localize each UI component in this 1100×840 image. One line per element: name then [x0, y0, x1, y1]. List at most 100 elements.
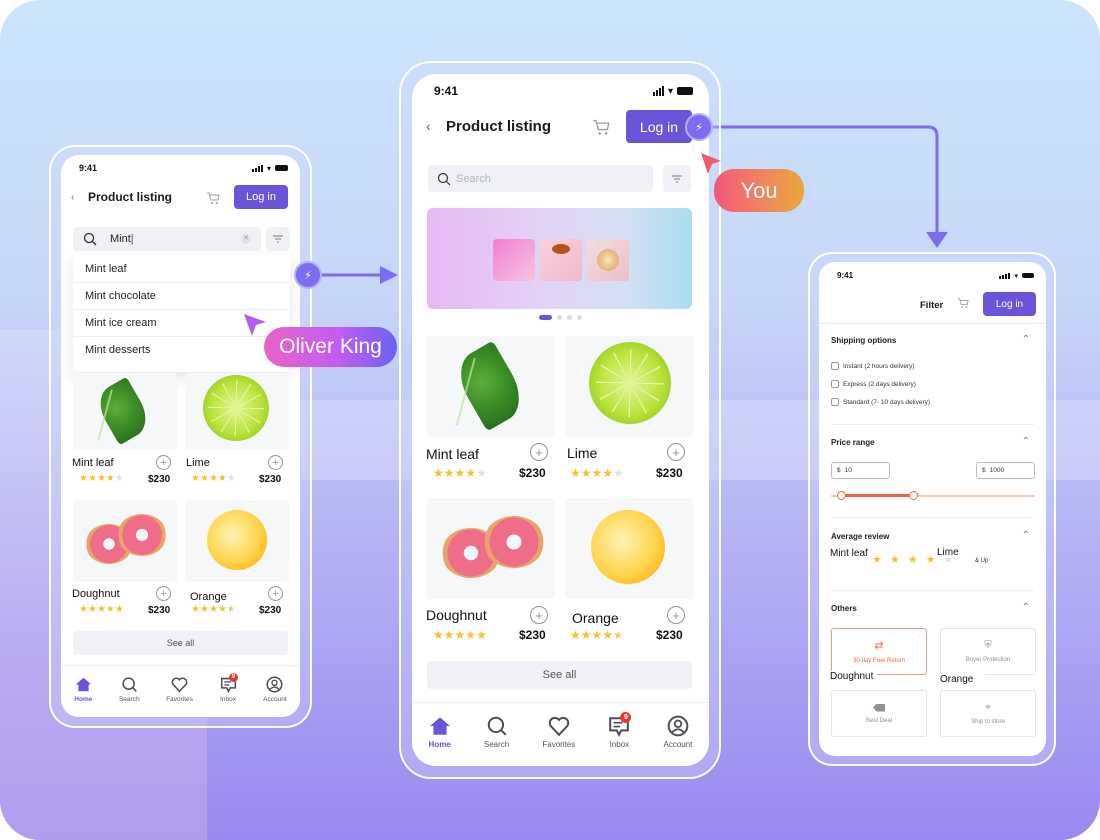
- add-to-cart-icon[interactable]: +: [667, 606, 685, 624]
- tab-label: Account: [263, 696, 287, 703]
- shipping-option-checkbox[interactable]: Standard (7- 10 days delivery): [831, 393, 1034, 411]
- star-icon: ★: [465, 628, 477, 642]
- section-title: Others: [831, 604, 857, 613]
- chevron-up-icon[interactable]: ⌃: [1022, 602, 1030, 613]
- section-divider: [831, 424, 1034, 425]
- arrowhead-right-icon: [380, 266, 398, 284]
- shipping-option-checkbox[interactable]: Express (2 days delivery): [831, 375, 1034, 393]
- chevron-up-icon[interactable]: ⌃: [1022, 436, 1030, 447]
- bottom-tab-bar: Home Search Favorites Inbox 9 Account: [61, 665, 300, 717]
- product-name: Orange: [572, 610, 619, 626]
- cursor-you-icon: [701, 153, 721, 174]
- search-input[interactable]: Search: [428, 165, 653, 192]
- product-image-doughnut[interactable]: [73, 500, 177, 582]
- wifi-icon: ▾: [1014, 272, 1018, 280]
- product-image-mint-leaf[interactable]: [427, 336, 555, 437]
- tab-search[interactable]: Search: [119, 676, 140, 703]
- product-image-doughnut[interactable]: [427, 498, 555, 599]
- product-image-lime[interactable]: [565, 336, 693, 437]
- filter-button[interactable]: [266, 227, 290, 251]
- product-image-orange[interactable]: [565, 498, 693, 599]
- price-max-input[interactable]: $1000: [976, 462, 1035, 479]
- product-image-orange[interactable]: [185, 500, 289, 582]
- carousel-dot[interactable]: [557, 315, 562, 320]
- chevron-up-icon[interactable]: ⌃: [1022, 334, 1030, 345]
- slider-handle-min[interactable]: [837, 491, 847, 500]
- add-to-cart-icon[interactable]: +: [667, 443, 685, 461]
- login-button[interactable]: Log in: [234, 185, 288, 209]
- login-button[interactable]: Log in: [626, 110, 692, 143]
- rating-stars: ★ ★ ★ ★ ★: [79, 474, 124, 484]
- tab-favorites[interactable]: Favorites: [166, 676, 193, 703]
- star-icon: ★: [591, 628, 603, 642]
- collaborator-label-oliver: Oliver King: [264, 327, 397, 367]
- tab-label: Search: [118, 696, 140, 703]
- promo-banner[interactable]: [427, 208, 692, 309]
- carousel-dot[interactable]: [577, 315, 582, 320]
- add-to-cart-icon[interactable]: +: [156, 455, 171, 470]
- review-suffix: & Up: [975, 558, 989, 564]
- tab-label: Favorites: [542, 740, 576, 749]
- page-title: Product listing: [88, 190, 172, 204]
- tab-label: Inbox: [609, 740, 630, 749]
- chevron-up-icon[interactable]: ⌃: [1022, 530, 1030, 541]
- login-button[interactable]: Log in: [983, 292, 1036, 316]
- add-to-cart-icon[interactable]: +: [530, 606, 548, 624]
- option-buyer-protection[interactable]: ⛨ Buyer Protection: [940, 628, 1036, 675]
- see-all-button[interactable]: See all: [73, 631, 288, 655]
- canvas-background: 9:41 ▾ ‹ Product listing Log in Mint | ✕ …: [0, 0, 1100, 840]
- carousel-pagination[interactable]: [539, 315, 582, 320]
- checkbox[interactable]: [831, 380, 839, 388]
- checkbox[interactable]: [831, 398, 839, 406]
- carousel-dot[interactable]: [567, 315, 572, 320]
- cart-icon[interactable]: [957, 297, 969, 309]
- tab-inbox[interactable]: Inbox 9: [220, 673, 238, 703]
- option-free-return[interactable]: ⇄ 30-day Free Return: [831, 628, 927, 675]
- tab-search[interactable]: Search: [484, 715, 509, 749]
- shipping-option-checkbox[interactable]: Instant (2 hours delivery): [831, 357, 1034, 375]
- star-icon: ★: [443, 628, 455, 642]
- search-input[interactable]: Mint | ✕: [73, 227, 261, 251]
- add-to-cart-icon[interactable]: +: [530, 443, 548, 461]
- tab-account[interactable]: Account: [263, 676, 287, 703]
- tab-account[interactable]: Account: [663, 715, 692, 749]
- shield-icon: ⛨: [984, 640, 992, 651]
- cart-icon[interactable]: [206, 191, 220, 205]
- average-review-section: Average review ⌃: [831, 530, 1034, 541]
- product-image-lime[interactable]: [185, 373, 289, 449]
- product-image-mint-leaf[interactable]: [73, 373, 177, 449]
- tab-label: Home: [74, 696, 93, 703]
- tab-favorites[interactable]: Favorites: [542, 715, 575, 749]
- add-to-cart-icon[interactable]: +: [156, 586, 171, 601]
- price-min-input[interactable]: $10: [831, 462, 890, 479]
- suggestion-item[interactable]: Mint chocolate: [73, 283, 290, 310]
- header-divider: [819, 323, 1046, 324]
- price-range-slider[interactable]: [831, 491, 1035, 501]
- cart-icon[interactable]: [592, 118, 610, 136]
- suggestion-item[interactable]: Mint leaf: [73, 256, 290, 283]
- slider-handle-max[interactable]: [908, 491, 918, 500]
- tab-home[interactable]: Home: [429, 715, 451, 749]
- checkbox[interactable]: [831, 362, 839, 370]
- banner-cube-image: [540, 239, 582, 281]
- back-chevron-icon[interactable]: ‹: [71, 192, 74, 203]
- carousel-dot[interactable]: [539, 315, 552, 320]
- option-best-deal[interactable]: Best Deal: [831, 690, 927, 737]
- add-to-cart-icon[interactable]: +: [268, 455, 283, 470]
- add-to-cart-icon[interactable]: +: [268, 586, 283, 601]
- filter-button[interactable]: [663, 165, 691, 192]
- star-icon: ★: [454, 466, 466, 480]
- rating-stars: ★ ★ ★ ★ ★: [570, 629, 624, 641]
- tab-inbox[interactable]: Inbox 9: [608, 712, 632, 749]
- signal-icon: [999, 272, 1011, 279]
- option-ship-to-store[interactable]: ⌖ Ship to store: [940, 690, 1036, 737]
- see-all-button[interactable]: See all: [427, 661, 692, 689]
- tab-home[interactable]: Home: [74, 676, 92, 703]
- product-price: $230: [656, 628, 683, 642]
- suggestion-item[interactable]: Mint desserts: [73, 337, 290, 364]
- star-icon: ★: [465, 466, 477, 480]
- star-icon: ★: [208, 473, 218, 484]
- star-icon: ★: [476, 466, 487, 480]
- clear-icon[interactable]: ✕: [241, 234, 251, 244]
- back-chevron-icon[interactable]: ‹: [426, 118, 431, 134]
